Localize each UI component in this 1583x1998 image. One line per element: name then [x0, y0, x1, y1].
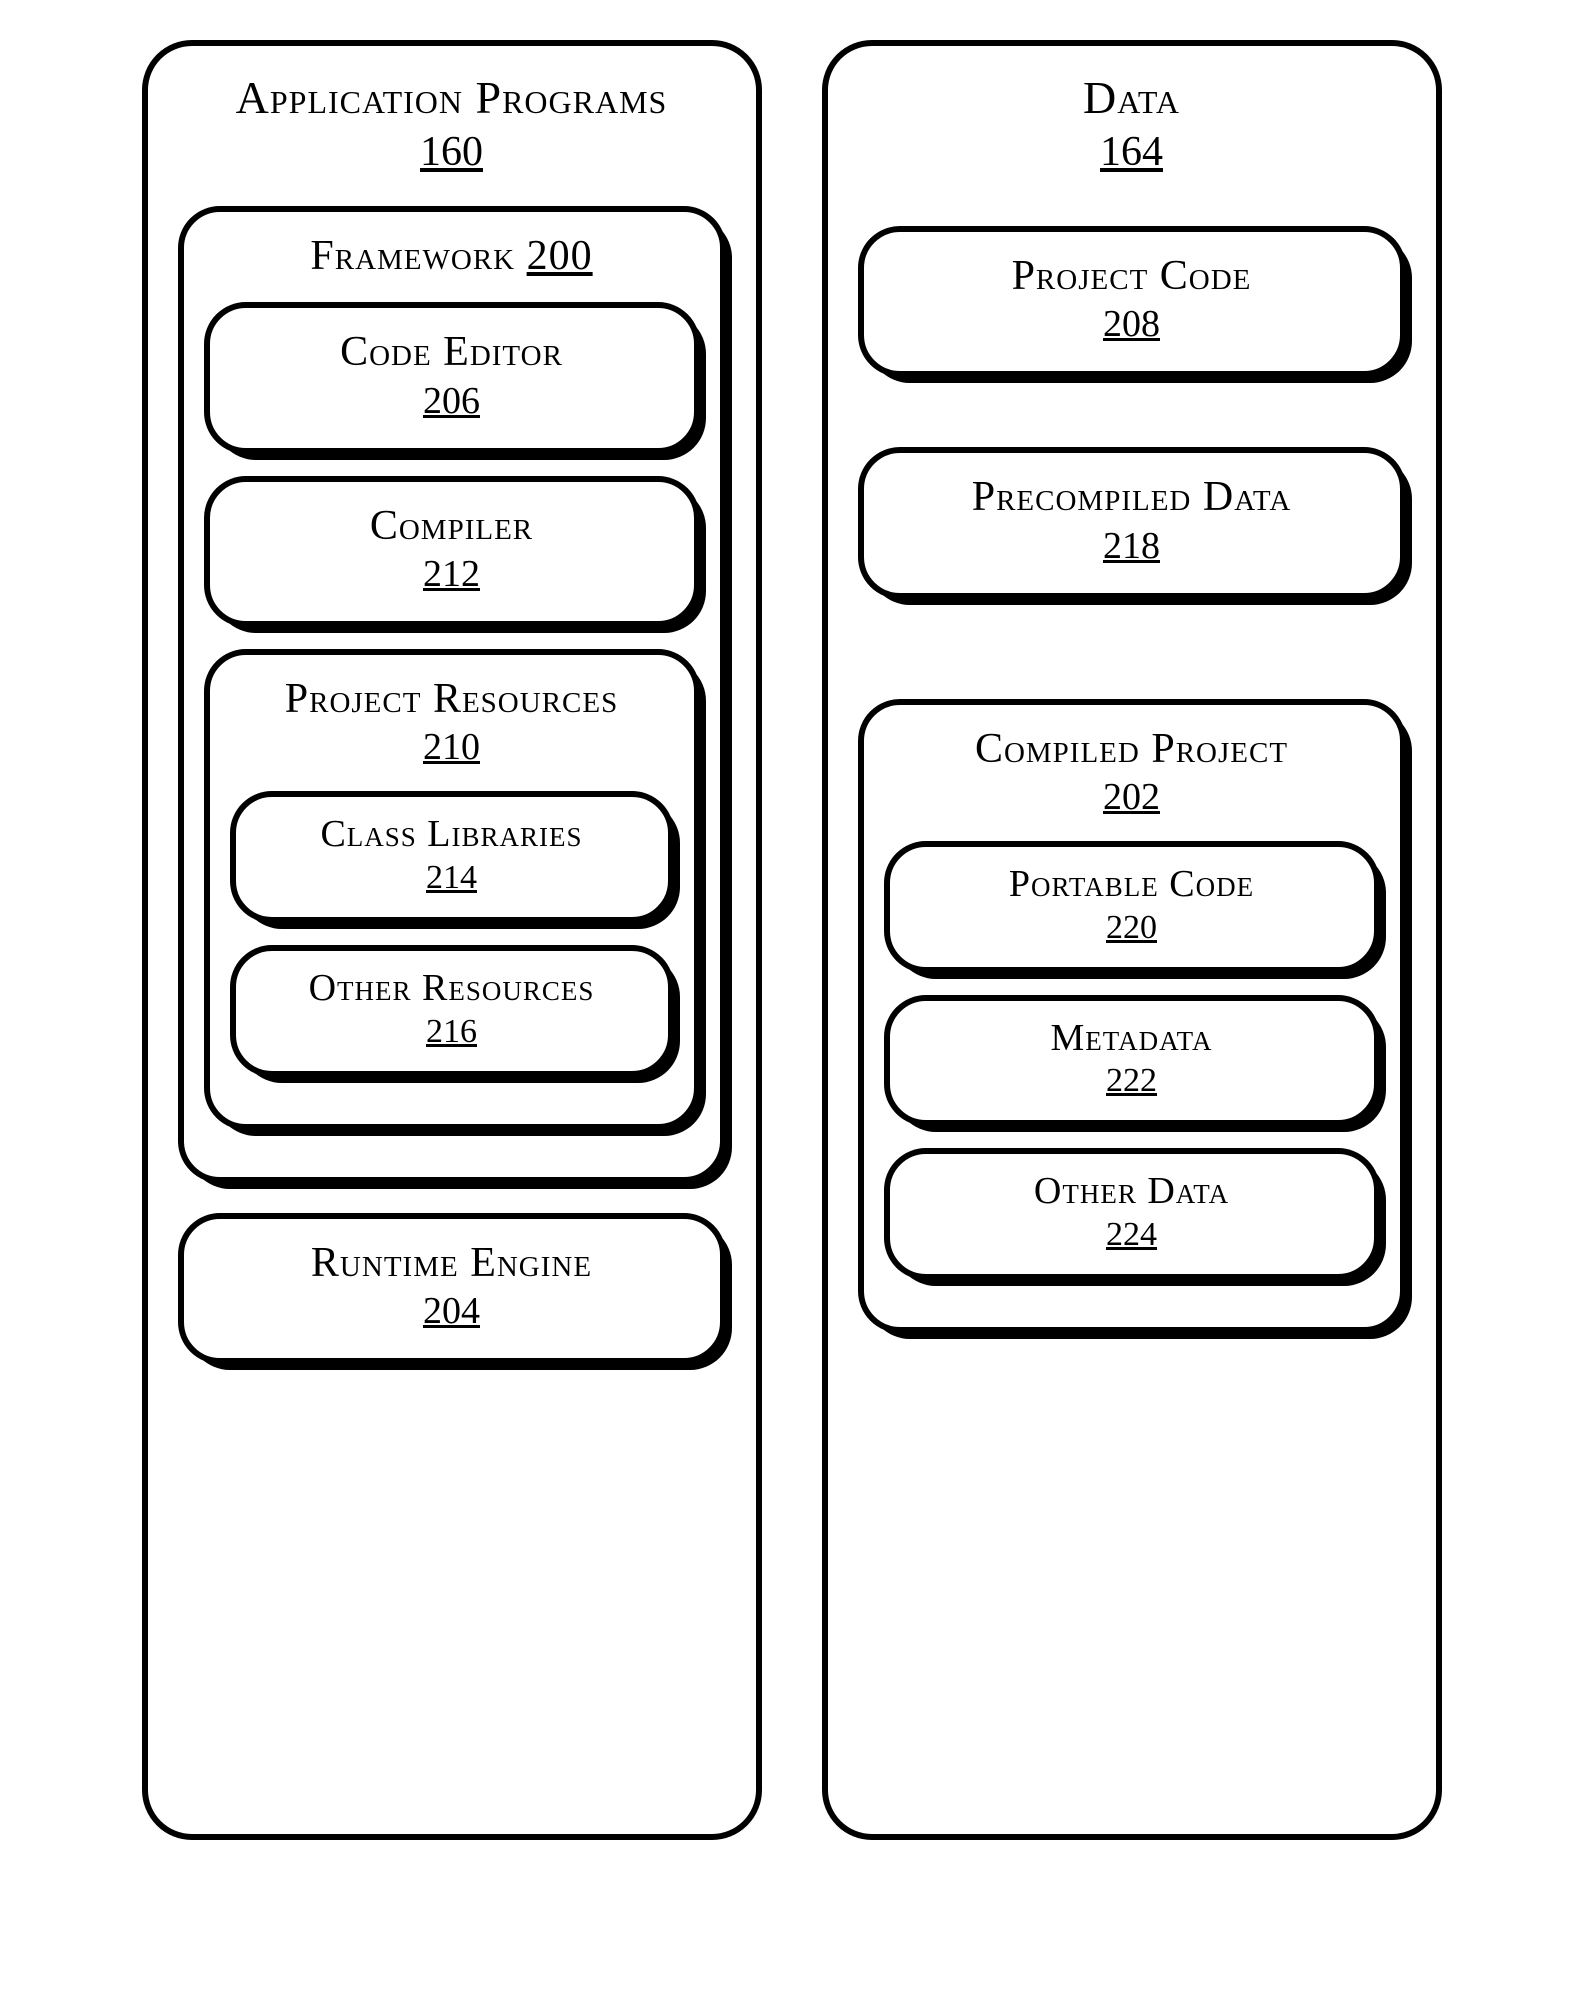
compiler-box: Compiler 212: [204, 476, 700, 627]
data-header: Data 164: [858, 71, 1406, 176]
project-resources-box: Project Resources 210 Class Libraries 21…: [204, 649, 700, 1130]
class-libraries-box: Class Libraries 214: [230, 791, 674, 923]
precompiled-data-title: Precompiled Data: [884, 473, 1380, 521]
class-libraries-ref: 214: [251, 859, 653, 897]
code-editor-ref: 206: [230, 379, 674, 423]
framework-title: Framework 200: [204, 232, 700, 280]
other-resources-ref: 216: [251, 1013, 653, 1051]
code-editor-box: Code Editor 206: [204, 302, 700, 453]
project-resources-ref: 210: [230, 725, 674, 769]
metadata-ref: 222: [905, 1062, 1359, 1100]
precompiled-data-ref: 218: [884, 524, 1380, 568]
portable-code-box: Portable Code 220: [884, 841, 1380, 973]
project-code-title: Project Code: [884, 252, 1380, 300]
portable-code-ref: 220: [905, 909, 1359, 947]
compiled-project-box: Compiled Project 202 Portable Code 220 M…: [858, 699, 1406, 1333]
data-ref: 164: [858, 128, 1406, 176]
runtime-engine-box: Runtime Engine 204: [178, 1213, 726, 1364]
other-resources-title: Other Resources: [251, 967, 653, 1011]
data-title: Data: [858, 71, 1406, 124]
other-data-title: Other Data: [905, 1170, 1359, 1214]
metadata-title: Metadata: [905, 1017, 1359, 1061]
class-libraries-title: Class Libraries: [251, 813, 653, 857]
application-programs-panel: Application Programs 160 Framework 200 C…: [142, 40, 762, 1840]
framework-box: Framework 200 Code Editor 206 Compiler 2…: [178, 206, 726, 1183]
data-panel: Data 164 Project Code 208 Precompiled Da…: [822, 40, 1442, 1840]
application-programs-title: Application Programs: [178, 71, 726, 124]
runtime-engine-ref: 204: [204, 1289, 700, 1333]
compiler-ref: 212: [230, 552, 674, 596]
other-data-box: Other Data 224: [884, 1148, 1380, 1280]
runtime-engine-title: Runtime Engine: [204, 1239, 700, 1287]
project-resources-title: Project Resources: [230, 675, 674, 723]
project-code-box: Project Code 208: [858, 226, 1406, 377]
other-resources-box: Other Resources 216: [230, 945, 674, 1077]
code-editor-title: Code Editor: [230, 328, 674, 376]
project-code-ref: 208: [884, 302, 1380, 346]
metadata-box: Metadata 222: [884, 995, 1380, 1127]
other-data-ref: 224: [905, 1216, 1359, 1254]
portable-code-title: Portable Code: [905, 863, 1359, 907]
application-programs-header: Application Programs 160: [178, 71, 726, 176]
compiled-project-title: Compiled Project: [884, 725, 1380, 773]
compiled-project-ref: 202: [884, 775, 1380, 819]
application-programs-ref: 160: [178, 128, 726, 176]
precompiled-data-box: Precompiled Data 218: [858, 447, 1406, 598]
compiler-title: Compiler: [230, 502, 674, 550]
